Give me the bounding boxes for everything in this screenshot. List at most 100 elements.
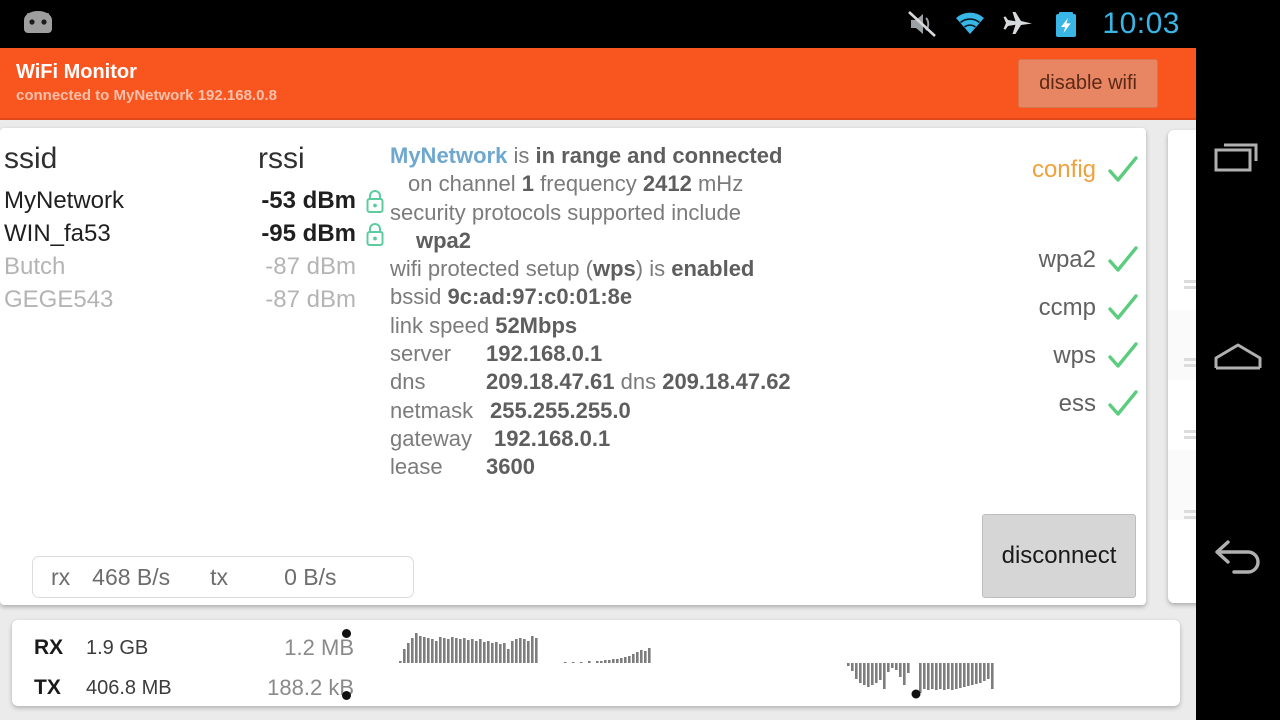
tx-scale-marker bbox=[342, 691, 351, 700]
ap-ssid: Butch bbox=[4, 252, 66, 280]
capability-config[interactable]: config bbox=[970, 146, 1140, 194]
detail-netmask-value: 255.255.255.0 bbox=[490, 397, 631, 423]
detail-lease-label: lease bbox=[390, 454, 443, 480]
detail-dns-line: dns 209.18.47.61 dns 209.18.47.62 bbox=[390, 368, 970, 396]
traffic-bar bbox=[519, 638, 522, 663]
traffic-bar bbox=[875, 663, 878, 683]
detail-wps-word: wps bbox=[592, 256, 636, 282]
traffic-bar bbox=[451, 637, 454, 663]
traffic-series-tx bbox=[847, 663, 994, 693]
capability-label: wps bbox=[1053, 342, 1096, 369]
traffic-bar bbox=[604, 660, 607, 663]
traffic-bar bbox=[600, 661, 603, 663]
traffic-bar bbox=[919, 663, 922, 693]
detail-bssid-value: 9c:ad:97:c0:01:8e bbox=[447, 284, 633, 310]
disconnect-button[interactable]: disconnect bbox=[982, 514, 1136, 598]
detail-channel-line: on channel 1 frequency 2412 mHz bbox=[390, 170, 970, 198]
home-icon[interactable] bbox=[1210, 330, 1266, 386]
traffic-bar bbox=[648, 648, 651, 663]
rx-scale-marker bbox=[342, 629, 351, 638]
traffic-bar bbox=[863, 663, 866, 685]
back-icon[interactable] bbox=[1210, 530, 1266, 586]
lock-icon-slot bbox=[356, 221, 390, 247]
detail-lease-value: 3600 bbox=[486, 454, 535, 480]
traffic-card: RX 1.9 GB 1.2 MB TX 406.8 MB 188.2 kB bbox=[12, 620, 1180, 706]
detail-bssid-line: bssid 9c:ad:97:c0:01:8e bbox=[390, 283, 970, 311]
traffic-bar bbox=[411, 638, 414, 663]
traffic-bar bbox=[612, 659, 615, 663]
traffic-bar bbox=[608, 660, 611, 663]
access-point-table: ssid rssi MyNetwork -53 dBm WIN_fa53 -95… bbox=[0, 142, 390, 316]
detail-wps-prefix: wifi protected setup ( bbox=[390, 256, 593, 282]
traffic-bar bbox=[447, 639, 450, 663]
tx-peak-marker bbox=[911, 689, 921, 699]
app-bar: WiFi Monitor connected to MyNetwork 192.… bbox=[0, 48, 1196, 120]
table-row[interactable]: WIN_fa53 -95 dBm bbox=[0, 217, 390, 250]
detail-status-line: MyNetwork is in range and connected bbox=[390, 142, 970, 170]
detail-dns-label: dns bbox=[390, 369, 426, 395]
lock-icon-slot bbox=[356, 188, 390, 214]
detail-server-line: server 192.168.0.1 bbox=[390, 340, 970, 368]
traffic-bar bbox=[975, 663, 978, 684]
traffic-bar bbox=[439, 637, 442, 663]
rate-tx-value: 0 B/s bbox=[284, 563, 337, 590]
capability-label: wpa2 bbox=[1038, 246, 1096, 273]
connection-detail: MyNetwork is in range and connected on c… bbox=[390, 142, 970, 482]
check-icon bbox=[1108, 390, 1138, 416]
recents-icon[interactable] bbox=[1210, 130, 1266, 186]
traffic-series-rx bbox=[399, 633, 651, 663]
traffic-bar bbox=[407, 643, 410, 663]
detail-dns2-value: 209.18.47.62 bbox=[662, 369, 791, 395]
traffic-bar bbox=[963, 663, 966, 687]
traffic-bar bbox=[423, 637, 426, 663]
device-screen: 10:03 WiFi Monitor connected to MyNetwor… bbox=[0, 0, 1280, 720]
traffic-row-rx: RX 1.9 GB 1.2 MB bbox=[34, 628, 364, 668]
traffic-bar bbox=[596, 661, 599, 663]
column-header-ssid: ssid bbox=[4, 142, 58, 175]
traffic-bar bbox=[899, 663, 902, 677]
disable-wifi-button[interactable]: disable wifi bbox=[1018, 58, 1158, 108]
traffic-bar bbox=[636, 652, 639, 663]
capability-wps: wps bbox=[970, 332, 1140, 380]
wifi-detail-card: ssid rssi MyNetwork -53 dBm WIN_fa53 -95… bbox=[0, 128, 1146, 605]
traffic-bar bbox=[475, 641, 478, 663]
traffic-bar bbox=[431, 639, 434, 663]
traffic-rx-total: 1.9 GB bbox=[86, 636, 149, 659]
traffic-bar bbox=[879, 663, 882, 680]
ap-rssi: -53 dBm bbox=[261, 186, 356, 214]
detail-frequency-label: frequency bbox=[540, 171, 637, 197]
navigation-bar bbox=[1196, 0, 1280, 720]
traffic-bar bbox=[467, 640, 470, 663]
traffic-bar bbox=[959, 663, 962, 688]
traffic-bar bbox=[511, 641, 514, 663]
table-row[interactable]: MyNetwork -53 dBm bbox=[0, 184, 390, 217]
check-icon bbox=[1108, 342, 1138, 368]
traffic-bar bbox=[979, 663, 982, 683]
capability-ess: ess bbox=[970, 380, 1140, 428]
status-bar: 10:03 bbox=[0, 0, 1196, 48]
traffic-bar bbox=[847, 663, 850, 666]
traffic-totals: RX 1.9 GB 1.2 MB TX 406.8 MB 188.2 kB bbox=[34, 628, 364, 706]
ap-ssid: MyNetwork bbox=[4, 186, 125, 214]
traffic-bar bbox=[403, 649, 406, 663]
status-icons: 10:03 bbox=[906, 7, 1196, 41]
table-row[interactable]: Butch -87 dBm bbox=[0, 250, 390, 283]
traffic-bar bbox=[947, 663, 950, 689]
traffic-bar bbox=[628, 656, 631, 663]
table-row[interactable]: GEGE543 -87 dBm bbox=[0, 283, 390, 316]
traffic-bar bbox=[588, 661, 591, 663]
ap-rssi: -87 dBm bbox=[265, 285, 356, 313]
traffic-rx-key: RX bbox=[34, 636, 64, 659]
throughput-pill: rx 468 B/s tx 0 B/s bbox=[32, 556, 414, 598]
traffic-tx-total: 406.8 MB bbox=[86, 676, 172, 699]
traffic-bar bbox=[991, 663, 994, 689]
traffic-bar bbox=[644, 651, 647, 663]
traffic-bar bbox=[495, 642, 498, 663]
mute-icon bbox=[908, 11, 937, 37]
detail-server-value: 192.168.0.1 bbox=[486, 341, 603, 367]
traffic-bar bbox=[523, 639, 526, 663]
battery-charging-icon bbox=[1056, 12, 1077, 37]
check-icon bbox=[1108, 294, 1138, 320]
rate-tx-label: tx bbox=[210, 563, 229, 590]
traffic-bar bbox=[455, 638, 458, 663]
